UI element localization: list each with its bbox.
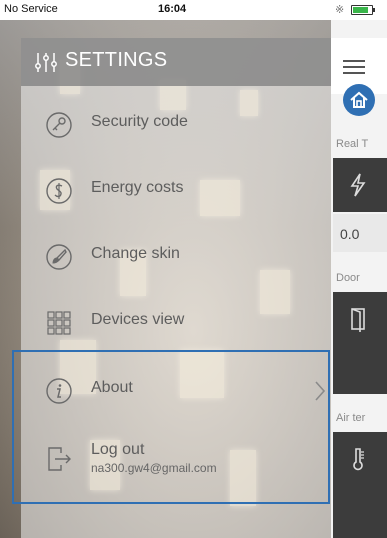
menu-item-logout[interactable]: Log out na300.gw4@gmail.com <box>21 426 331 500</box>
menu-item-label: Security code <box>91 113 188 130</box>
energy-value-text: 0.0 <box>340 226 360 242</box>
grid-icon <box>47 311 71 335</box>
menu-item-about[interactable]: About <box>21 358 331 424</box>
home-button[interactable] <box>343 84 375 116</box>
menu-item-label: Energy costs <box>91 179 184 196</box>
thermometer-icon <box>353 448 364 471</box>
settings-sliders-icon <box>35 53 57 72</box>
home-icon <box>350 91 368 108</box>
section-label-real: Real T <box>336 138 369 150</box>
menu-item-change-skin[interactable]: Change skin <box>21 224 331 290</box>
drawer-title: SETTINGS <box>65 49 168 71</box>
key-icon <box>46 112 72 138</box>
menu-item-label: Change skin <box>91 245 180 262</box>
menu-item-label: Devices view <box>91 311 185 328</box>
money-icon <box>46 178 72 204</box>
section-label-door: Door <box>336 272 360 284</box>
energy-value: 0.0 <box>333 214 387 252</box>
menu-icon[interactable] <box>343 60 365 74</box>
info-icon <box>46 378 72 404</box>
door-icon <box>351 308 365 332</box>
battery-cap <box>373 8 375 12</box>
menu-item-label: Log out <box>91 441 145 458</box>
app-screen: No Service 16:04 ※ Real T 0.0 Door Air t… <box>0 0 387 538</box>
carrier-label: No Service <box>4 3 58 15</box>
menu-item-energy-costs[interactable]: Energy costs <box>21 158 331 224</box>
logout-icon <box>48 447 71 471</box>
clock: 16:04 <box>158 3 187 15</box>
account-email: na300.gw4@gmail.com <box>91 461 217 475</box>
drawer-header: SETTINGS <box>21 38 331 86</box>
energy-tile[interactable] <box>333 158 387 212</box>
bluetooth-icon: ※ <box>335 4 345 16</box>
status-bar: No Service 16:04 ※ <box>0 0 387 20</box>
lightning-icon <box>350 173 366 197</box>
battery-icon <box>351 5 373 15</box>
main-panel: Real T 0.0 Door Air ter <box>331 20 387 538</box>
section-label-air: Air ter <box>336 412 366 424</box>
menu-item-security-code[interactable]: Security code <box>21 92 331 158</box>
brush-icon <box>46 244 72 270</box>
chevron-right-icon <box>315 381 326 401</box>
door-tile[interactable] <box>333 292 387 394</box>
menu-item-devices-view[interactable]: Devices view <box>21 290 331 356</box>
menu-item-label: About <box>91 379 133 396</box>
settings-drawer: SETTINGS Security code Energy costs Chan… <box>21 38 331 538</box>
air-temp-tile[interactable] <box>333 432 387 538</box>
